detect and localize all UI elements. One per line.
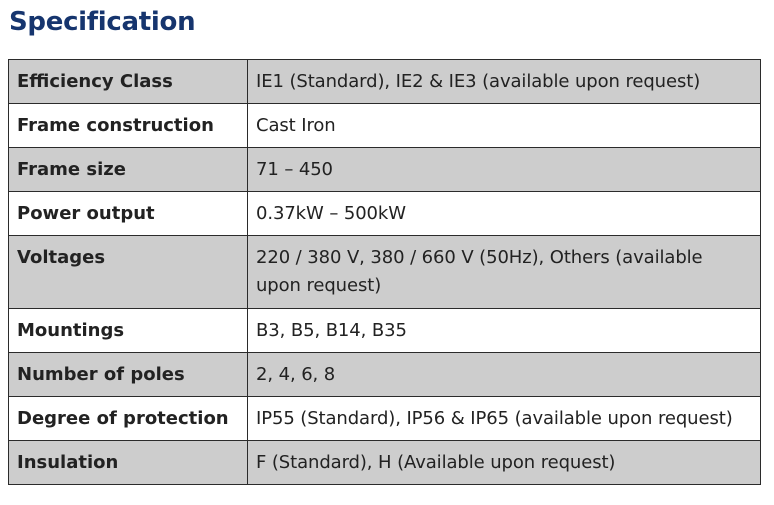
spec-label-mountings: Mountings [8, 308, 248, 353]
spec-label-frame-size: Frame size [8, 147, 248, 192]
table-row: Frame construction Cast Iron [8, 103, 761, 148]
spec-label-power-output: Power output [8, 191, 248, 236]
spec-label-number-of-poles: Number of poles [8, 352, 248, 397]
table-row: Voltages 220 / 380 V, 380 / 660 V (50Hz)… [8, 235, 761, 309]
spec-value-efficiency-class: IE1 (Standard), IE2 & IE3 (available upo… [247, 59, 761, 104]
spec-value-insulation: F (Standard), H (Available upon request) [247, 440, 761, 485]
table-row: Power output 0.37kW – 500kW [8, 191, 761, 236]
table-row: Insulation F (Standard), H (Available up… [8, 440, 761, 485]
spec-label-efficiency-class: Efficiency Class [8, 59, 248, 104]
spec-value-voltages: 220 / 380 V, 380 / 660 V (50Hz), Others … [247, 235, 761, 309]
spec-value-frame-size: 71 – 450 [247, 147, 761, 192]
specification-table: Efficiency Class IE1 (Standard), IE2 & I… [8, 59, 761, 485]
spec-value-mountings: B3, B5, B14, B35 [247, 308, 761, 353]
spec-label-frame-construction: Frame construction [8, 103, 248, 148]
spec-value-number-of-poles: 2, 4, 6, 8 [247, 352, 761, 397]
spec-value-degree-of-protection: IP55 (Standard), IP56 & IP65 (available … [247, 396, 761, 441]
spec-value-power-output: 0.37kW – 500kW [247, 191, 761, 236]
table-row: Degree of protection IP55 (Standard), IP… [8, 396, 761, 441]
table-row: Number of poles 2, 4, 6, 8 [8, 352, 761, 397]
spec-label-degree-of-protection: Degree of protection [8, 396, 248, 441]
table-row: Mountings B3, B5, B14, B35 [8, 308, 761, 353]
table-row: Frame size 71 – 450 [8, 147, 761, 192]
spec-label-voltages: Voltages [8, 235, 248, 309]
spec-label-insulation: Insulation [8, 440, 248, 485]
spec-value-frame-construction: Cast Iron [247, 103, 761, 148]
table-row: Efficiency Class IE1 (Standard), IE2 & I… [8, 59, 761, 104]
page-title: Specification [9, 7, 196, 37]
